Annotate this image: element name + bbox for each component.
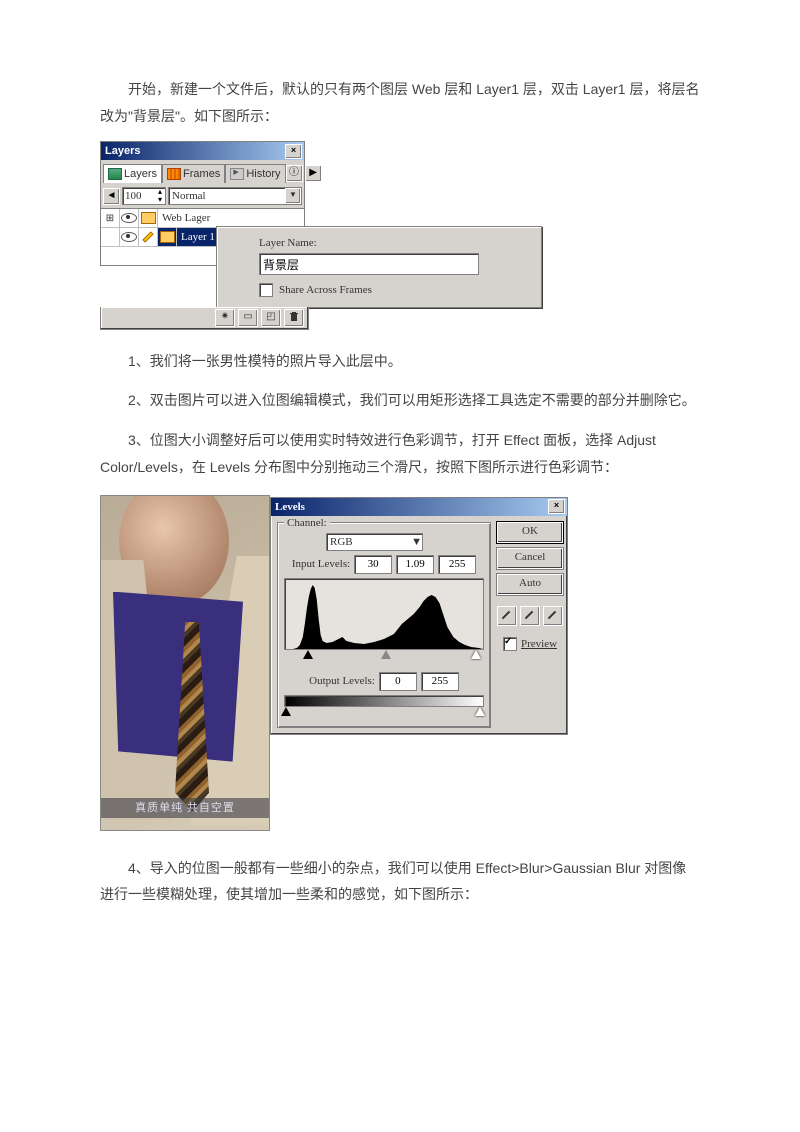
folder-icon (141, 212, 156, 224)
output-sliders[interactable] (285, 707, 483, 719)
input-mid-field[interactable] (396, 555, 434, 574)
expand-icon[interactable]: ⊞ (106, 213, 114, 224)
output-levels-label: Output Levels: (309, 675, 375, 687)
shadow-slider[interactable] (303, 650, 313, 659)
highlight-slider[interactable] (471, 650, 481, 659)
layers-icon (108, 168, 122, 180)
new-layer-icon[interactable]: ▭ (238, 309, 258, 327)
input-high-field[interactable] (438, 555, 476, 574)
levels-main-group: Channel: RGB ▼ Input Levels: (277, 522, 491, 728)
input-levels-label: Input Levels: (292, 558, 350, 570)
eyedropper-black-icon[interactable] (497, 606, 517, 626)
share-frames-label: Share Across Frames (279, 284, 372, 296)
levels-figure: 真质单纯 共自空置 Levels × Channel: RGB ▼ (100, 495, 700, 831)
menu-arrow-icon[interactable]: ▶ (305, 165, 322, 182)
tab-frames[interactable]: Frames (162, 164, 225, 183)
layers-title: Layers (105, 142, 140, 160)
expand-icon[interactable]: ⊞ (106, 232, 114, 243)
tab-layers[interactable]: Layers (103, 164, 162, 183)
share-frames-checkbox[interactable] (259, 283, 273, 297)
spinner-arrows-icon[interactable]: ▴▾ (155, 188, 165, 204)
close-icon[interactable]: × (285, 144, 302, 159)
histogram (284, 578, 484, 650)
close-icon[interactable]: × (548, 499, 565, 514)
output-gradient (284, 695, 484, 707)
input-sliders[interactable] (285, 650, 483, 662)
blend-mode-select[interactable]: Normal ▼ (168, 187, 302, 205)
levels-titlebar[interactable]: Levels × (271, 498, 567, 516)
layer-name-input[interactable] (259, 253, 479, 275)
output-high-field[interactable] (421, 672, 459, 691)
channel-select[interactable]: RGB ▼ (326, 533, 423, 551)
trash-icon[interactable] (284, 309, 304, 327)
folder-icon (160, 231, 175, 243)
layers-panel-figure: Layers × Layers Frames History ⓘ (100, 141, 700, 330)
output-highlight-slider[interactable] (475, 707, 485, 716)
info-button[interactable]: ⓘ (286, 165, 303, 182)
rename-layer-dialog: Layer Name: Share Across Frames (216, 226, 542, 308)
midtone-slider[interactable] (381, 650, 391, 659)
visibility-icon[interactable] (121, 213, 137, 223)
preview-checkbox[interactable] (503, 637, 517, 651)
output-low-field[interactable] (379, 672, 417, 691)
paragraph-1: 开始，新建一个文件后，默认的只有两个图层 Web 层和 Layer1 层，双击 … (100, 76, 700, 129)
layers-footer: ✷ ▭ ◰ (100, 307, 309, 330)
input-low-field[interactable] (354, 555, 392, 574)
dropdown-icon[interactable]: ▼ (285, 188, 301, 204)
output-shadow-slider[interactable] (281, 707, 291, 716)
edit-icon (142, 232, 153, 243)
eyedropper-gray-icon[interactable] (520, 606, 540, 626)
channel-label: Channel: (284, 517, 330, 529)
opacity-spinner[interactable]: 100 ▴▾ (122, 187, 166, 205)
prev-arrow-icon[interactable]: ◄ (103, 188, 120, 205)
frames-icon (167, 168, 181, 180)
levels-dialog: Levels × Channel: RGB ▼ Input Levels: (270, 497, 568, 735)
photo-caption: 真质单纯 共自空置 (101, 798, 269, 818)
step-1: 1、我们将一张男性模特的照片导入此层中。 (100, 348, 700, 375)
new-bitmap-icon[interactable]: ✷ (215, 309, 235, 327)
preview-label: Preview (521, 638, 557, 650)
layers-titlebar[interactable]: Layers × (101, 142, 304, 160)
eyedropper-white-icon[interactable] (543, 606, 563, 626)
model-photo: 真质单纯 共自空置 (100, 495, 270, 831)
step-3: 3、位图大小调整好后可以使用实时特效进行色彩调节，打开 Effect 面板，选择… (100, 427, 700, 480)
history-icon (230, 168, 244, 180)
ok-button[interactable]: OK (497, 522, 563, 543)
visibility-icon[interactable] (121, 232, 137, 242)
new-sublayer-icon[interactable]: ◰ (261, 309, 281, 327)
tab-history[interactable]: History (225, 164, 285, 183)
step-4: 4、导入的位图一般都有一些细小的杂点，我们可以使用 Effect>Blur>Ga… (100, 855, 700, 908)
step-2: 2、双击图片可以进入位图编辑模式，我们可以用矩形选择工具选定不需要的部分并删除它… (100, 387, 700, 414)
dropdown-icon[interactable]: ▼ (411, 536, 422, 548)
cancel-button[interactable]: Cancel (497, 548, 563, 569)
layer-name-label: Layer Name: (259, 237, 529, 249)
auto-button[interactable]: Auto (497, 574, 563, 595)
